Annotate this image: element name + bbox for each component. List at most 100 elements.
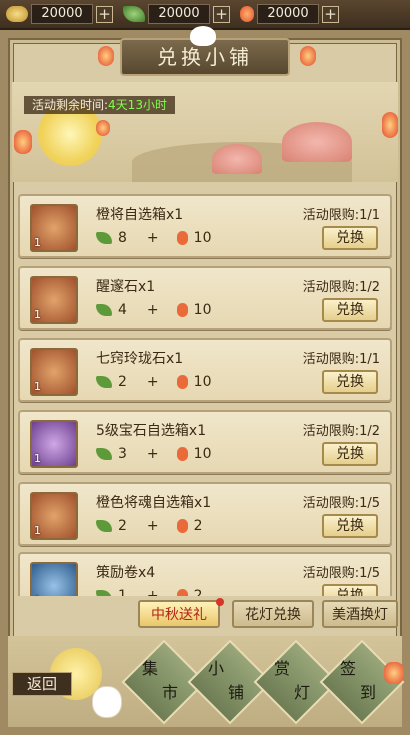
lantern-decoration-icon <box>300 46 316 66</box>
leaf-icon <box>96 304 112 316</box>
currency-leaf: 20000 + <box>123 4 230 24</box>
ingot-icon <box>6 6 28 22</box>
list-item: 1 七窍玲珑石x1 2 + 10 活动限购:1/1 兑换 <box>18 338 392 402</box>
exchange-button[interactable]: 兑换 <box>322 442 378 466</box>
tab-mid-autumn-gifts[interactable]: 中秋送礼 <box>138 600 220 628</box>
lantern-icon <box>176 375 188 389</box>
list-item: 1 橙将自选箱x1 8 + 10 活动限购:1/1 兑换 <box>18 194 392 258</box>
plus-sign: + <box>146 230 159 246</box>
item-name: 5级宝石自选箱x1 <box>96 423 207 439</box>
add-currency-button[interactable]: + <box>213 5 230 23</box>
lantern-decoration-icon <box>382 112 398 138</box>
chest-icon[interactable]: 1 <box>30 204 78 252</box>
exchange-list[interactable]: 1 橙将自选箱x1 8 + 10 活动限购:1/1 兑换 1 醒邃石x1 4 +… <box>18 186 392 596</box>
item-count: 1 <box>34 594 41 596</box>
leaf-icon <box>123 6 145 22</box>
leaf-cost: 2 <box>118 374 127 390</box>
nav-shop-char2: 铺 <box>228 683 245 702</box>
item-name: 七窍玲珑石x1 <box>96 351 184 367</box>
lantern-icon <box>176 589 188 596</box>
lantern-cost: 2 <box>193 518 203 534</box>
lotus-icon <box>282 122 352 162</box>
leaf-cost: 1 <box>118 588 127 596</box>
add-currency-button[interactable]: + <box>322 5 339 23</box>
list-item: 1 醒邃石x1 4 + 10 活动限购:1/2 兑换 <box>18 266 392 330</box>
lantern-cost: 10 <box>193 446 212 462</box>
plus-sign: + <box>146 446 159 462</box>
tab-bar: 中秋送礼 花灯兑换 美酒换灯 <box>14 598 398 632</box>
lantern-decoration-icon <box>96 120 110 136</box>
lantern-cost: 10 <box>193 374 212 390</box>
purchase-limit: 活动限购:1/2 <box>302 424 380 439</box>
lantern-icon <box>176 519 188 533</box>
lantern-decoration-icon <box>14 130 32 154</box>
leaf-cost: 4 <box>118 302 127 318</box>
leaf-icon <box>96 232 112 244</box>
lantern-icon <box>176 303 188 317</box>
exchange-button[interactable]: 兑换 <box>322 584 378 596</box>
currency-value: 20000 <box>257 4 319 24</box>
item-count: 1 <box>34 308 41 321</box>
leaf-cost: 2 <box>118 518 127 534</box>
item-count: 1 <box>34 380 41 393</box>
leaf-cost: 3 <box>118 446 127 462</box>
plus-sign: + <box>146 302 159 318</box>
gem-icon[interactable]: 1 <box>30 348 78 396</box>
exchange-button[interactable]: 兑换 <box>322 226 378 250</box>
lantern-cost: 2 <box>193 588 203 596</box>
rabbit-icon <box>190 26 216 46</box>
nav-market-char2: 市 <box>162 683 179 702</box>
leaf-icon <box>96 448 112 460</box>
item-cost: 2 + 10 <box>96 374 211 390</box>
item-name: 橙色将魂自选箱x1 <box>96 495 212 511</box>
lantern-decoration-icon <box>98 46 114 66</box>
notification-dot <box>216 598 224 606</box>
purchase-limit: 活动限购:1/2 <box>302 280 380 295</box>
item-cost: 2 + 2 <box>96 518 203 534</box>
exchange-button[interactable]: 兑换 <box>322 298 378 322</box>
nav-shop-char1: 小 <box>208 659 225 678</box>
nav-checkin-char1: 签 <box>340 659 357 678</box>
list-item: 1 5级宝石自选箱x1 3 + 10 活动限购:1/2 兑换 <box>18 410 392 474</box>
item-count: 1 <box>34 236 41 249</box>
plus-sign: + <box>146 374 159 390</box>
item-name: 策励卷x4 <box>96 565 156 581</box>
lantern-icon <box>176 231 188 245</box>
rabbit-icon <box>92 686 122 718</box>
lantern-icon <box>176 447 188 461</box>
lantern-icon <box>240 6 254 22</box>
stone-icon[interactable]: 1 <box>30 276 78 324</box>
back-button[interactable]: 返回 <box>12 672 72 696</box>
item-name: 醒邃石x1 <box>96 279 156 295</box>
add-currency-button[interactable]: + <box>96 5 113 23</box>
currency-value: 20000 <box>148 4 210 24</box>
item-name: 橙将自选箱x1 <box>96 207 184 223</box>
leaf-icon <box>96 520 112 532</box>
nav-lantern-char2: 灯 <box>294 683 311 702</box>
plus-sign: + <box>146 588 159 596</box>
purchase-limit: 活动限购:1/5 <box>302 566 380 581</box>
nav-lantern-char1: 赏 <box>274 659 291 678</box>
item-cost: 3 + 10 <box>96 446 211 462</box>
tab-lantern-exchange[interactable]: 花灯兑换 <box>232 600 314 628</box>
list-item: 1 橙色将魂自选箱x1 2 + 2 活动限购:1/5 兑换 <box>18 482 392 546</box>
event-timer: 活动剩余时间:4天13小时 <box>24 96 175 114</box>
item-count: 1 <box>34 524 41 537</box>
lotus-icon <box>212 144 262 174</box>
timer-value: 4天13小时 <box>108 98 167 112</box>
timer-label: 活动剩余时间: <box>32 98 109 112</box>
tab-wine-exchange[interactable]: 美酒换灯 <box>322 600 398 628</box>
exchange-button[interactable]: 兑换 <box>322 514 378 538</box>
soul-chest-icon[interactable]: 1 <box>30 492 78 540</box>
exchange-button[interactable]: 兑换 <box>322 370 378 394</box>
lantern-cost: 10 <box>193 302 212 318</box>
item-count: 1 <box>34 452 41 465</box>
lantern-cost: 10 <box>193 230 212 246</box>
currency-ingot: 20000 + <box>6 4 113 24</box>
leaf-cost: 8 <box>118 230 127 246</box>
gem-chest-icon[interactable]: 1 <box>30 420 78 468</box>
nav-market-char1: 集 <box>142 659 159 678</box>
scroll-icon[interactable]: 1 <box>30 562 78 596</box>
nav-checkin-char2: 到 <box>360 683 377 702</box>
item-cost: 8 + 10 <box>96 230 211 246</box>
